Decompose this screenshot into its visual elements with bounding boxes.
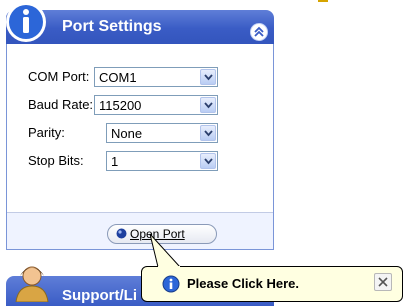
baud-rate-select[interactable]: 115200: [94, 95, 218, 115]
dropdown-button[interactable]: [200, 153, 216, 169]
chevron-down-icon: [204, 158, 213, 165]
tooltip-close-button[interactable]: [374, 273, 392, 291]
baud-rate-value: 115200: [99, 98, 142, 113]
tooltip-tail: [149, 233, 181, 268]
parity-select[interactable]: None: [106, 123, 218, 143]
person-icon: [15, 266, 49, 302]
stop-bits-select[interactable]: 1: [106, 151, 218, 171]
info-icon: [162, 275, 180, 293]
com-port-label: COM Port:: [28, 69, 90, 84]
chevron-down-icon: [204, 74, 213, 81]
stop-bits-value: 1: [111, 154, 119, 169]
tooltip-text: Please Click Here.: [187, 276, 300, 291]
connect-dot-icon: [116, 228, 127, 239]
com-port-select[interactable]: COM1: [94, 67, 218, 87]
parity-label: Parity:: [28, 125, 65, 140]
decorative-mark: [318, 0, 328, 2]
port-settings-body: COM Port: COM1 Baud Rate: 115200 Parity:…: [6, 44, 274, 250]
dropdown-button[interactable]: [200, 69, 216, 85]
com-port-value: COM1: [99, 70, 137, 85]
port-settings-title: Port Settings: [62, 18, 162, 35]
chevron-up-double-icon: [254, 26, 264, 37]
baud-rate-label: Baud Rate:: [28, 97, 94, 112]
dropdown-button[interactable]: [200, 97, 216, 113]
stop-bits-label: Stop Bits:: [28, 153, 84, 168]
support-panel-title: Support/Li: [62, 287, 137, 304]
close-icon: [378, 277, 388, 287]
chevron-down-icon: [204, 130, 213, 137]
parity-value: None: [111, 126, 143, 141]
collapse-button[interactable]: [250, 23, 268, 41]
tooltip-balloon: Please Click Here.: [141, 266, 403, 302]
info-icon: [6, 2, 46, 42]
tooltip-tail-join: [158, 266, 180, 268]
chevron-down-icon: [204, 102, 213, 109]
port-settings-form: COM Port: COM1 Baud Rate: 115200 Parity:…: [7, 44, 273, 213]
dropdown-button[interactable]: [200, 125, 216, 141]
